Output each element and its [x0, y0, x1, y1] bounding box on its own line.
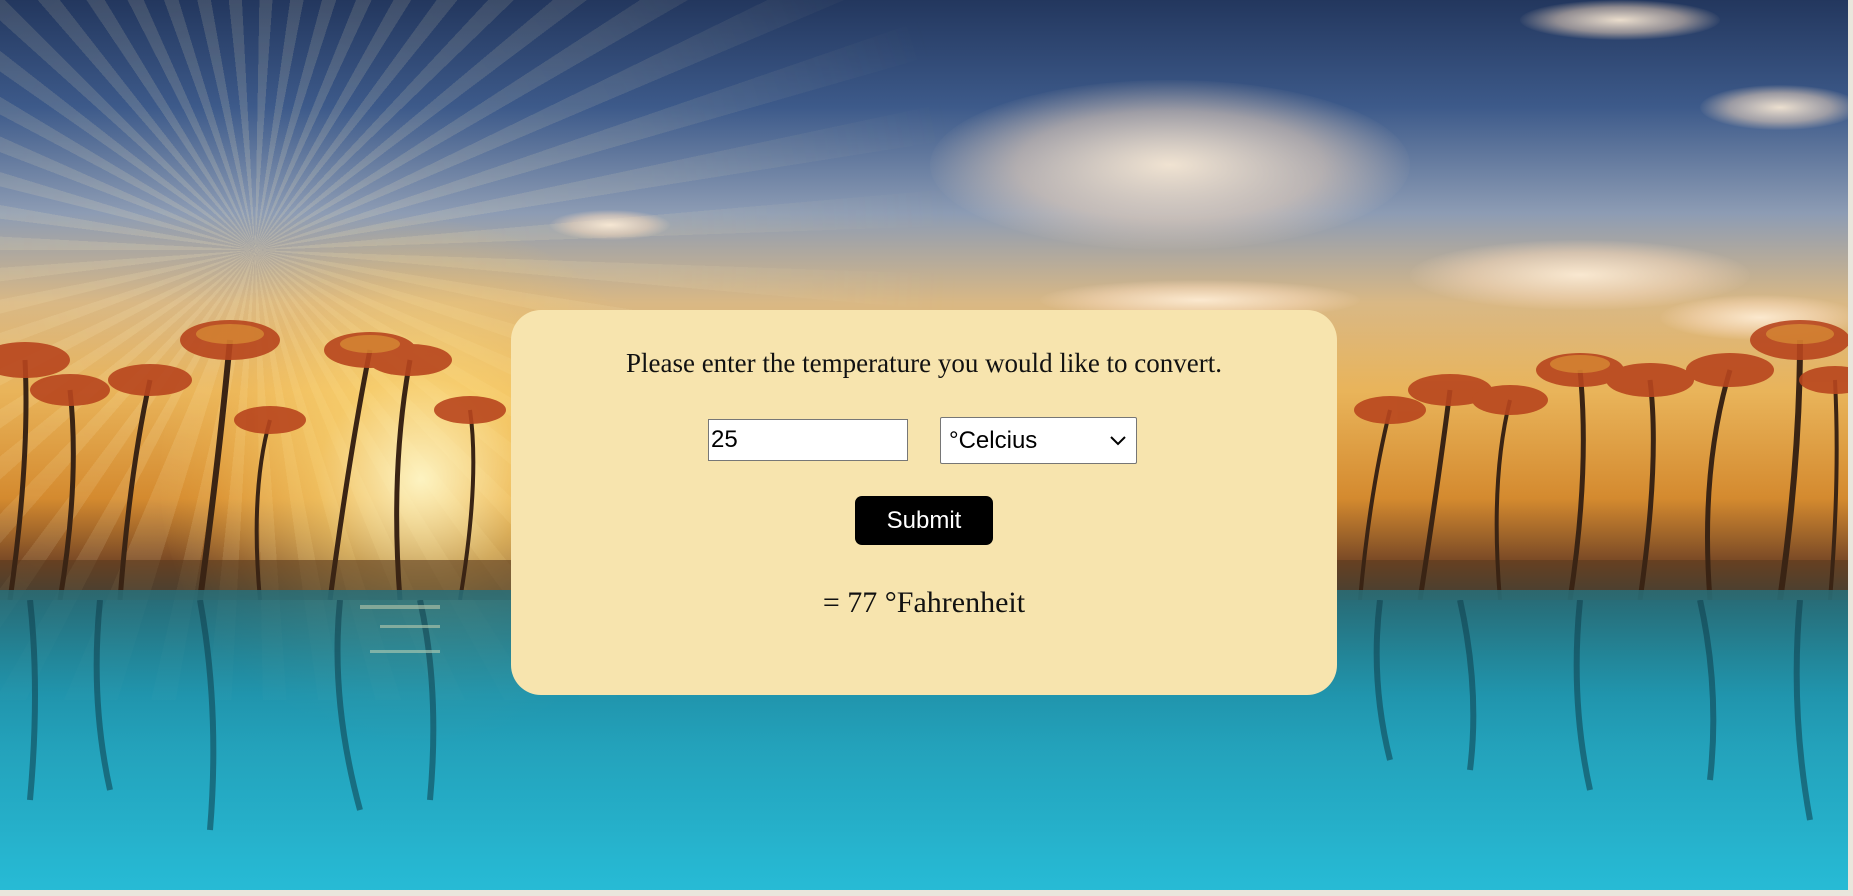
prompt-text: Please enter the temperature you would l… [625, 348, 1223, 378]
unit-select[interactable]: °Celcius [940, 417, 1137, 464]
unit-select-value: °Celcius [949, 426, 1038, 454]
cloud [930, 80, 1410, 250]
chevron-down-icon [1108, 434, 1128, 448]
cloud [1520, 0, 1720, 40]
converter-card: Please enter the temperature you would l… [511, 310, 1337, 695]
submit-button[interactable]: Submit [855, 496, 993, 545]
temperature-input[interactable] [708, 419, 908, 461]
conversion-result: = 77 °Fahrenheit [822, 586, 1026, 619]
cloud [550, 210, 670, 240]
cloud [1700, 85, 1848, 130]
